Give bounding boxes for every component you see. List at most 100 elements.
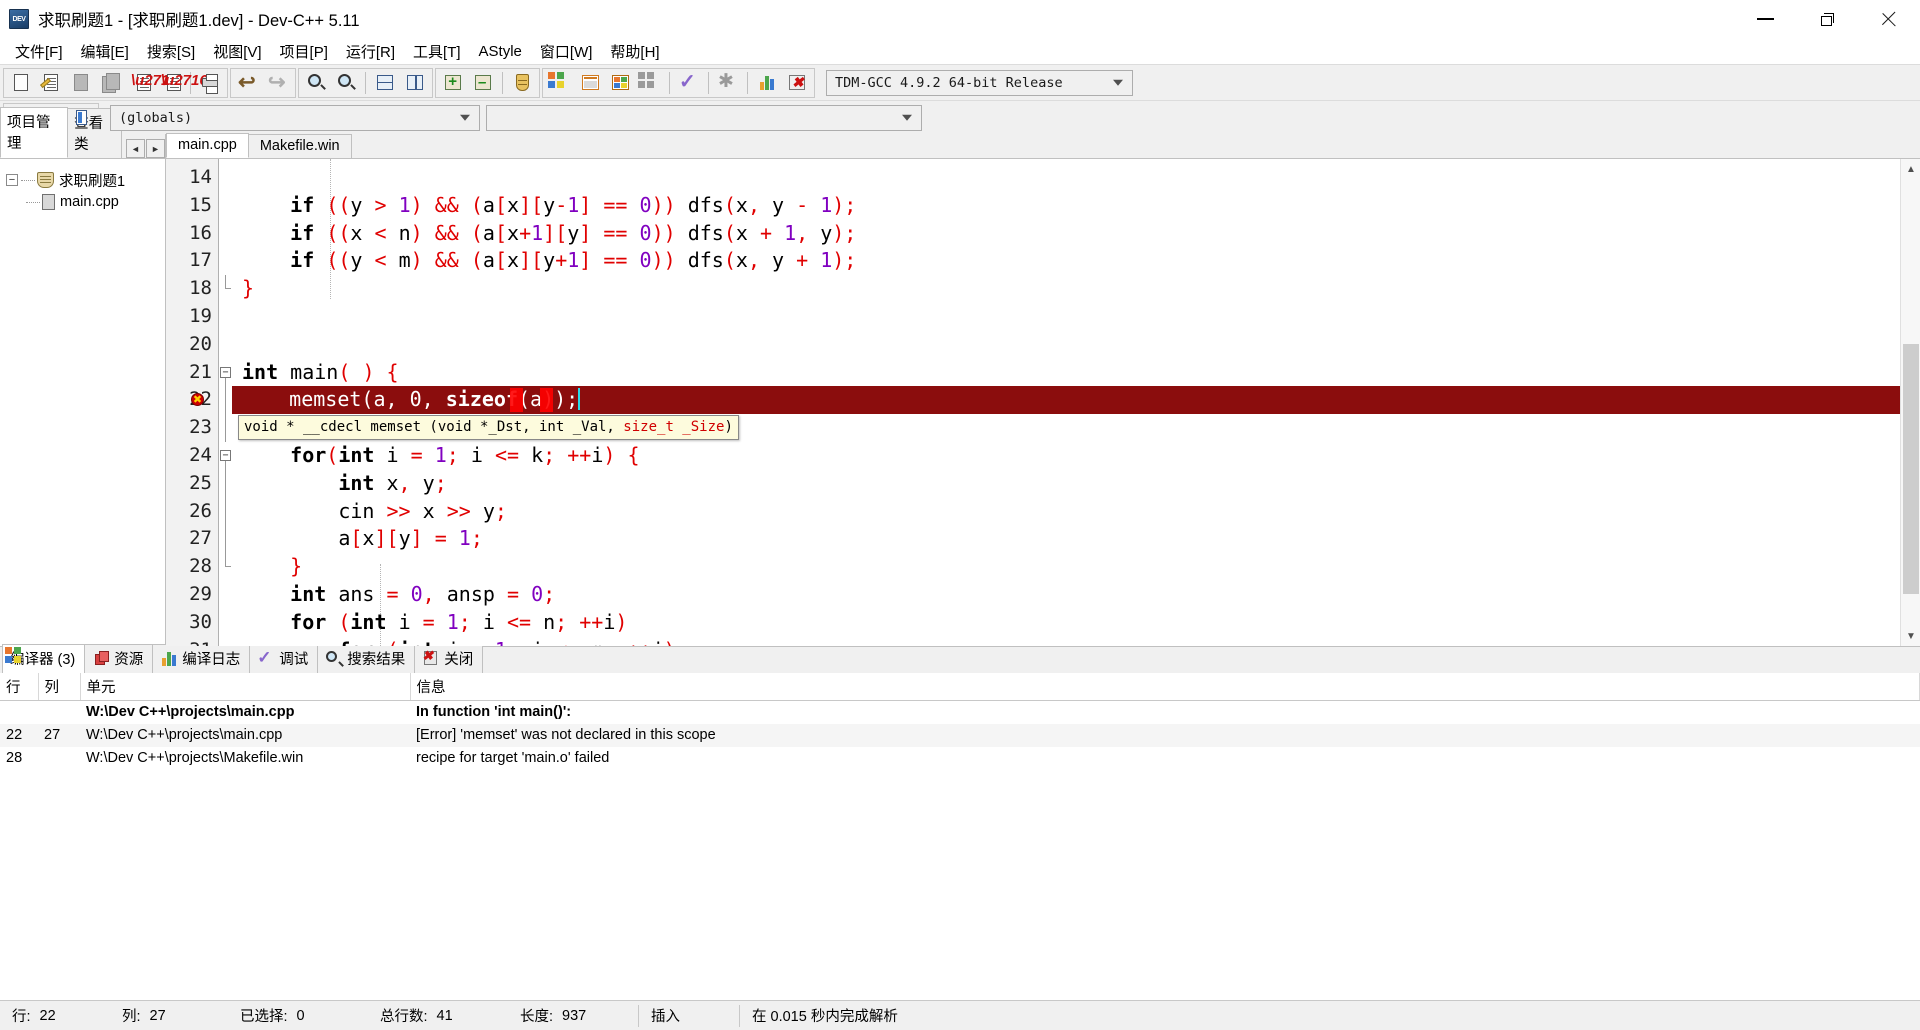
- tab-project-manager[interactable]: 项目管理: [0, 107, 68, 158]
- run-button[interactable]: [576, 70, 604, 96]
- close-file-button[interactable]: \u2716: [127, 70, 155, 96]
- syntax-check-button[interactable]: ✓: [675, 70, 703, 96]
- minimize-button[interactable]: [1734, 0, 1796, 38]
- tab-makefile-win[interactable]: Makefile.win: [248, 134, 352, 158]
- close-all-button[interactable]: \u2716: [157, 70, 185, 96]
- add-watch-button[interactable]: [439, 70, 467, 96]
- code-line[interactable]: if ((y > 1) && (a[x][y-1] == 0)) dfs(x, …: [232, 192, 1900, 220]
- status-col-label: 列:: [122, 1005, 141, 1026]
- table-row[interactable]: 2227W:\Dev C++\projects\main.cpp[Error] …: [0, 724, 1920, 747]
- save-button[interactable]: [67, 70, 95, 96]
- goto-line-button[interactable]: [371, 70, 399, 96]
- menu-help[interactable]: 帮助[H]: [601, 39, 668, 64]
- menu-file[interactable]: 文件[F]: [6, 39, 72, 64]
- menu-tools[interactable]: 工具[T]: [404, 39, 470, 64]
- tree-item-file[interactable]: main.cpp: [6, 191, 165, 213]
- print-button[interactable]: [196, 70, 224, 96]
- close-button[interactable]: [1858, 0, 1920, 38]
- tab-resources[interactable]: 资源: [84, 644, 153, 673]
- bookmark-button[interactable]: [508, 70, 536, 96]
- rebuild-button[interactable]: [636, 70, 664, 96]
- menu-view[interactable]: 视图[V]: [204, 39, 270, 64]
- code-line[interactable]: for (int j = 1; j <= m; ++j): [232, 637, 1900, 646]
- compiler-select[interactable]: TDM-GCC 4.9.2 64-bit Release: [826, 70, 1133, 96]
- tab-close-panel[interactable]: ✖ 关闭: [414, 644, 483, 673]
- compile-button[interactable]: [546, 70, 574, 96]
- find-button[interactable]: [302, 70, 330, 96]
- replace-button[interactable]: [332, 70, 360, 96]
- code-token: [387, 610, 399, 634]
- tab-scroll-left-button[interactable]: ◄: [126, 139, 145, 158]
- tab-search-results[interactable]: 搜索结果: [317, 644, 415, 673]
- code-line[interactable]: [232, 303, 1900, 331]
- col-column[interactable]: 列: [38, 673, 80, 701]
- code-line[interactable]: int ans = 0, ansp = 0;: [232, 581, 1900, 609]
- remove-watch-button[interactable]: [469, 70, 497, 96]
- scroll-up-button[interactable]: ▲: [1901, 159, 1920, 179]
- profile-button[interactable]: [753, 70, 781, 96]
- menu-window[interactable]: 窗口[W]: [531, 39, 602, 64]
- code-folding-gutter[interactable]: −−: [218, 159, 232, 646]
- code-token: ): [411, 221, 423, 245]
- open-file-button[interactable]: [37, 70, 65, 96]
- code-token: y: [567, 221, 579, 245]
- tree-collapse-toggle[interactable]: −: [6, 174, 18, 186]
- maximize-button[interactable]: [1796, 0, 1858, 38]
- delete-profile-button[interactable]: [783, 70, 811, 96]
- col-unit[interactable]: 单元: [80, 673, 410, 701]
- code-token: int: [399, 638, 435, 646]
- code-line[interactable]: [232, 331, 1900, 359]
- col-line[interactable]: 行: [0, 673, 38, 701]
- menu-run[interactable]: 运行[R]: [337, 39, 404, 64]
- code-token: ansp: [447, 582, 495, 606]
- stop-execution-button[interactable]: ✱: [714, 70, 742, 96]
- tab-scroll-right-button[interactable]: ►: [146, 139, 165, 158]
- compile-run-button[interactable]: [606, 70, 634, 96]
- code-line[interactable]: int x, y;: [232, 470, 1900, 498]
- menu-astyle[interactable]: AStyle: [470, 41, 531, 62]
- menu-edit[interactable]: 编辑[E]: [72, 39, 138, 64]
- code-line[interactable]: if ((y < m) && (a[x][y+1] == 0)) dfs(x, …: [232, 247, 1900, 275]
- code-line[interactable]: }: [232, 275, 1900, 303]
- code-line[interactable]: }: [232, 553, 1900, 581]
- tab-compile-log[interactable]: 编译日志: [152, 644, 250, 673]
- code-line[interactable]: cin >> x >> y;: [232, 498, 1900, 526]
- tab-main-cpp[interactable]: main.cpp: [166, 133, 249, 158]
- save-all-button[interactable]: [97, 70, 125, 96]
- code-line[interactable]: if ((x < n) && (a[x+1][y] == 0)) dfs(x +…: [232, 220, 1900, 248]
- table-row[interactable]: 28W:\Dev C++\projects\Makefile.winrecipe…: [0, 747, 1920, 770]
- scroll-down-button[interactable]: ▼: [1901, 626, 1920, 646]
- editor-vertical-scrollbar[interactable]: ▲ ▼: [1900, 159, 1920, 646]
- menu-project[interactable]: 项目[P]: [271, 39, 337, 64]
- code-editor[interactable]: 141516171819202122✖232425262728293031 −−…: [166, 159, 1920, 646]
- code-line[interactable]: for(int i = 1; i <= k; ++i) {: [232, 442, 1900, 470]
- fold-cell[interactable]: −: [219, 442, 232, 470]
- code-line[interactable]: [232, 164, 1900, 192]
- fold-cell[interactable]: −: [219, 359, 232, 387]
- redo-button[interactable]: ↪: [264, 70, 292, 96]
- members-select[interactable]: [486, 105, 922, 131]
- table-row[interactable]: W:\Dev C++\projects\main.cppIn function …: [0, 701, 1920, 724]
- project-options-button[interactable]: [67, 105, 95, 131]
- code-line-error[interactable]: memset(a, 0, sizeof(a));: [232, 386, 1900, 414]
- col-message[interactable]: 信息: [410, 673, 1920, 701]
- line-number: 17: [166, 247, 218, 275]
- code-token: j: [447, 638, 459, 646]
- code-line[interactable]: for (int i = 1; i <= n; ++i): [232, 609, 1900, 637]
- goto-function-button[interactable]: [401, 70, 429, 96]
- fold-toggle-icon[interactable]: −: [220, 450, 231, 461]
- code-line[interactable]: int main( ) {: [232, 359, 1900, 387]
- code-token: 1: [820, 248, 832, 272]
- code-text-area[interactable]: if ((y > 1) && (a[x][y-1] == 0)) dfs(x, …: [232, 159, 1900, 646]
- code-line[interactable]: a[x][y] = 1;: [232, 525, 1900, 553]
- tree-item-project[interactable]: − 求职刷题1: [6, 169, 165, 191]
- tab-compiler[interactable]: 编译器 (3): [2, 644, 85, 673]
- tab-debug[interactable]: ✓ 调试: [249, 644, 318, 673]
- menu-search[interactable]: 搜索[S]: [138, 39, 204, 64]
- globals-select[interactable]: (globals): [110, 105, 480, 131]
- undo-button[interactable]: ↩: [234, 70, 262, 96]
- new-file-button[interactable]: [7, 70, 35, 96]
- fold-toggle-icon[interactable]: −: [220, 367, 231, 378]
- code-token: [808, 221, 820, 245]
- vertical-scroll-thumb[interactable]: [1903, 344, 1919, 594]
